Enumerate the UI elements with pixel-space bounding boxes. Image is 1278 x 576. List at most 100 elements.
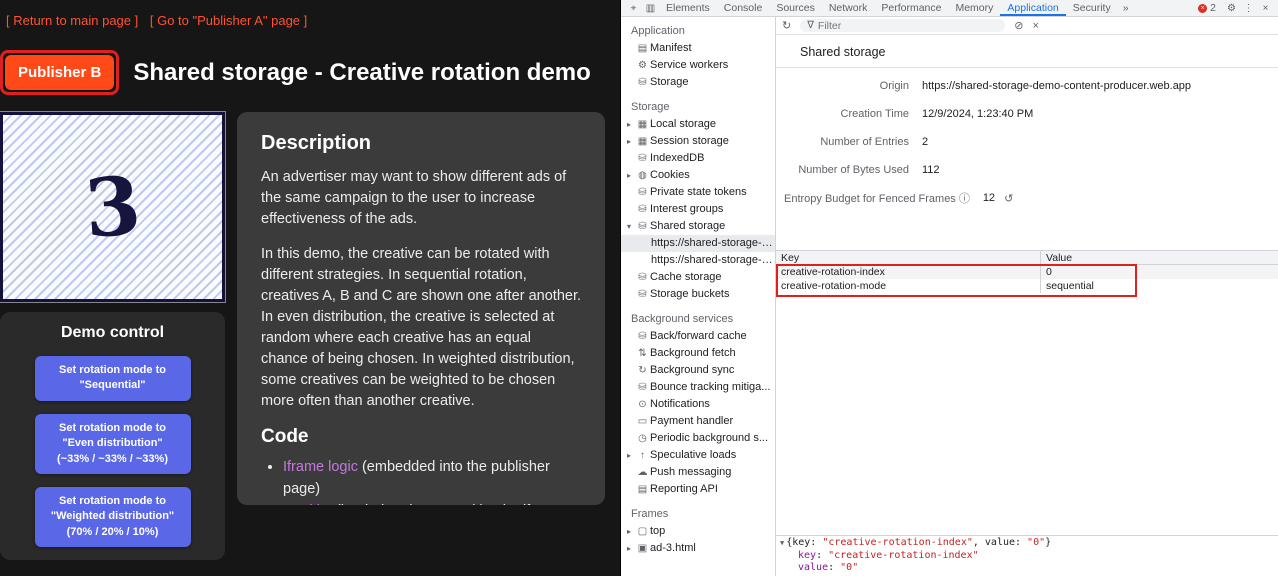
sidebar-item-storage-buckets[interactable]: ⛁Storage buckets [621, 286, 775, 303]
ad-creative: 3 [0, 112, 225, 302]
iframe-logic-link[interactable]: Iframe logic [283, 459, 358, 475]
database-icon: ⛁ [635, 379, 650, 396]
description-card: Description An advertiser may want to sh… [237, 112, 605, 505]
chevron-down-icon[interactable]: ▾ [621, 218, 635, 235]
metadata-label: Origin [776, 80, 909, 92]
tab-performance[interactable]: Performance [874, 0, 948, 16]
refresh-icon[interactable]: ↻ [782, 19, 791, 32]
sidebar-item-background-sync[interactable]: ↻Background sync [621, 362, 775, 379]
sidebar-item-label: https://shared-storage-d... [651, 252, 775, 269]
table-row-creative-rotation-index[interactable]: creative-rotation-index0 [776, 265, 1278, 279]
sidebar-item-shared-storage[interactable]: ▾⛁Shared storage [621, 218, 775, 235]
tab-console[interactable]: Console [717, 0, 770, 16]
table-row-creative-rotation-mode[interactable]: creative-rotation-modesequential [776, 279, 1278, 293]
sidebar-item-background-fetch[interactable]: ⇅Background fetch [621, 345, 775, 362]
chevron-right-icon[interactable]: ▸ [621, 523, 635, 540]
sidebar-item-https-shared-storage-d[interactable]: https://shared-storage-d... [621, 235, 775, 252]
chevron-right-icon[interactable]: ▸ [621, 116, 635, 133]
delete-all-icon[interactable]: ⊘ [1014, 19, 1023, 32]
sidebar-item-label: Cache storage [650, 269, 722, 286]
sidebar-item-notifications[interactable]: ⊙Notifications [621, 396, 775, 413]
sidebar-item-private-state-tokens[interactable]: ⛁Private state tokens [621, 184, 775, 201]
kebab-menu-icon[interactable]: ⋮ [1240, 3, 1257, 14]
sidebar-item-label: Manifest [650, 40, 692, 57]
error-badge[interactable]: × 2 [1198, 2, 1216, 14]
settings-gear-icon[interactable]: ⚙ [1223, 3, 1240, 14]
sidebar-item-label: Reporting API [650, 481, 718, 498]
rotation-mode-button-sequential[interactable]: Set rotation mode to"Sequential" [35, 356, 191, 401]
delete-selected-icon[interactable]: × [1032, 20, 1038, 32]
reset-budget-icon[interactable]: ↺ [1004, 192, 1013, 205]
sidebar-item-top[interactable]: ▸▢top [621, 523, 775, 540]
cell-value: sequential [1041, 279, 1278, 293]
metadata-value: 112 [922, 164, 940, 176]
application-sidebar: Application▤Manifest⚙Service workers⛁Sto… [621, 17, 776, 576]
more-tabs-icon[interactable]: » [1118, 2, 1134, 14]
table-header: Key Value [776, 251, 1278, 265]
demo-control-buttons: Set rotation mode to"Sequential" Set rota… [0, 356, 225, 547]
sidebar-item-speculative-loads[interactable]: ▸↑Speculative loads [621, 447, 775, 464]
description-paragraph-1: An advertiser may want to show different… [261, 167, 581, 230]
metadata-row-creation-time: Creation Time12/9/2024, 1:23:40 PM [776, 100, 1278, 128]
sidebar-item-local-storage[interactable]: ▸▦Local storage [621, 116, 775, 133]
rotation-mode-button-weighted-distribution[interactable]: Set rotation mode to"Weighted distributi… [35, 487, 191, 547]
close-devtools-icon[interactable]: × [1257, 3, 1274, 14]
tab-network[interactable]: Network [822, 0, 875, 16]
sidebar-item-label: Interest groups [650, 201, 723, 218]
sidebar-item-storage[interactable]: ⛁Storage [621, 74, 775, 91]
payment-icon: ▭ [635, 413, 650, 430]
chevron-right-icon[interactable]: ▸ [621, 167, 635, 184]
sidebar-item-payment-handler[interactable]: ▭Payment handler [621, 413, 775, 430]
tab-memory[interactable]: Memory [948, 0, 1000, 16]
sidebar-item-reporting-api[interactable]: ▤Reporting API [621, 481, 775, 498]
metadata-row-entropy-budget-for-fenced-frames: Entropy Budget for Fenced Framesⓘ12↺ [776, 184, 1278, 212]
devtools-panel: ⌖ ▥ ElementsConsoleSourcesNetworkPerform… [620, 0, 1278, 576]
tab-elements[interactable]: Elements [659, 0, 717, 16]
worklet-link[interactable]: Worklet [283, 503, 332, 505]
list-item: Iframe logic (embedded into the publishe… [283, 457, 581, 501]
tab-application[interactable]: Application [1000, 0, 1065, 16]
chevron-right-icon[interactable]: ▸ [621, 447, 635, 464]
sidebar-item-manifest[interactable]: ▤Manifest [621, 40, 775, 57]
preview-separator: : [816, 550, 828, 561]
sidebar-item-https-shared-storage-d[interactable]: https://shared-storage-d... [621, 252, 775, 269]
sidebar-item-cookies[interactable]: ▸◍Cookies [621, 167, 775, 184]
code-title: Code [261, 426, 581, 448]
table-rows: creative-rotation-index0creative-rotatio… [776, 265, 1278, 293]
sidebar-item-periodic-background-s[interactable]: ◷Periodic background s... [621, 430, 775, 447]
sidebar-item-cache-storage[interactable]: ⛁Cache storage [621, 269, 775, 286]
sidebar-item-label: Notifications [650, 396, 710, 413]
device-toolbar-icon[interactable]: ▥ [642, 3, 659, 14]
sidebar-item-interest-groups[interactable]: ⛁Interest groups [621, 201, 775, 218]
sidebar-item-label: Background sync [650, 362, 734, 379]
column-header-key[interactable]: Key [776, 251, 1041, 264]
column-header-value[interactable]: Value [1041, 251, 1278, 264]
preview-summary[interactable]: ▼{key: "creative-rotation-index", value:… [780, 537, 1274, 550]
sidebar-item-session-storage[interactable]: ▸▦Session storage [621, 133, 775, 150]
tab-sources[interactable]: Sources [769, 0, 822, 16]
screen: [ Return to main page ] [ Go to "Publish… [0, 0, 1278, 576]
sidebar-item-ad-3-html[interactable]: ▸▣ad-3.html [621, 540, 775, 557]
tab-security[interactable]: Security [1066, 0, 1118, 16]
inspect-element-icon[interactable]: ⌖ [625, 3, 642, 14]
sidebar-item-label: Payment handler [650, 413, 733, 430]
rotation-mode-button-even-distribution[interactable]: Set rotation mode to"Even distribution"(… [35, 414, 191, 474]
publisher-b-button[interactable]: Publisher B [5, 55, 114, 90]
chevron-right-icon[interactable]: ▸ [621, 133, 635, 150]
preview-string: "0" [1027, 537, 1045, 548]
panel-title: Shared storage [776, 35, 1278, 67]
expand-triangle-icon[interactable]: ▼ [780, 539, 784, 547]
filter-input[interactable] [818, 20, 998, 32]
sidebar-item-indexeddb[interactable]: ⛁IndexedDB [621, 150, 775, 167]
sidebar-item-push-messaging[interactable]: ☁Push messaging [621, 464, 775, 481]
sidebar-item-label: Back/forward cache [650, 328, 747, 345]
sidebar-item-bounce-tracking-mitiga[interactable]: ⛁Bounce tracking mitiga... [621, 379, 775, 396]
sidebar-item-back-forward-cache[interactable]: ⛁Back/forward cache [621, 328, 775, 345]
sidebar-item-service-workers[interactable]: ⚙Service workers [621, 57, 775, 74]
chevron-right-icon[interactable]: ▸ [621, 540, 635, 557]
return-main-page-link[interactable]: [ Return to main page ] [6, 13, 138, 28]
top-nav: [ Return to main page ] [ Go to "Publish… [0, 0, 620, 28]
publisher-a-page-link[interactable]: [ Go to "Publisher A" page ] [150, 13, 307, 28]
sidebar-item-label: Bounce tracking mitiga... [650, 379, 770, 396]
metadata-label: Number of Entries [776, 136, 909, 148]
